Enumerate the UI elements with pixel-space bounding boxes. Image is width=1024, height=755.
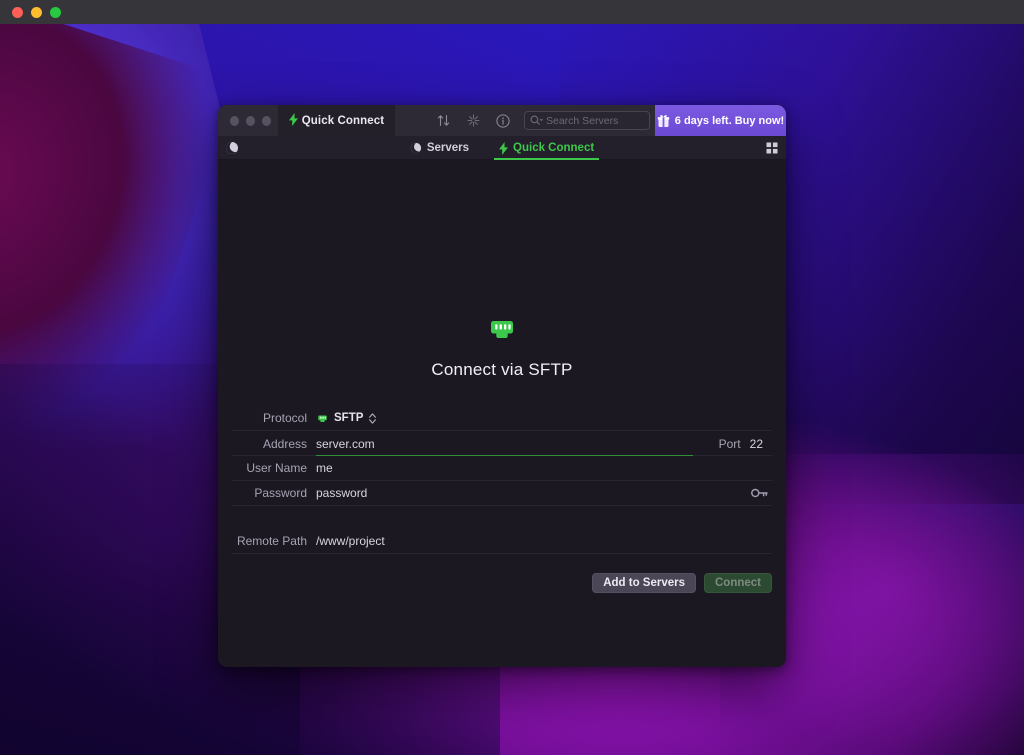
buy-now-badge[interactable]: 6 days left. Buy now! — [655, 105, 786, 136]
os-maximize-button[interactable] — [50, 6, 61, 18]
tab-servers[interactable]: Servers — [408, 136, 471, 160]
form-row-remote-path: Remote Path /www/project — [232, 529, 772, 554]
app-title-chip: Quick Connect — [278, 105, 395, 136]
search-placeholder: Search Servers — [546, 114, 619, 127]
address-input[interactable]: server.com — [316, 437, 719, 451]
port-label: Port — [718, 436, 741, 451]
tab-list: Servers Quick Connect — [218, 136, 786, 160]
port-group: Port 22 — [719, 437, 772, 451]
os-desktop: Quick Connect Search Servers 6 days left… — [0, 0, 1024, 755]
connect-button[interactable]: Connect — [704, 573, 772, 593]
port-input[interactable]: 22 — [750, 437, 763, 451]
gift-icon — [657, 114, 670, 128]
globe-icon — [410, 142, 422, 154]
form-row-password: Password password — [232, 481, 772, 506]
password-label: Password — [254, 486, 307, 500]
lightning-bolt-icon — [288, 113, 298, 128]
os-close-button[interactable] — [12, 6, 23, 18]
username-label: User Name — [246, 461, 307, 475]
app-close-button[interactable] — [230, 115, 239, 126]
search-input[interactable]: Search Servers — [524, 111, 650, 130]
remote-path-label: Remote Path — [236, 534, 307, 548]
connection-form: Protocol SFTP Address server.com Port 22… — [232, 406, 772, 554]
app-title: Quick Connect — [301, 114, 385, 127]
buy-badge-label: 6 days left. Buy now! — [674, 114, 785, 127]
form-row-address: Address server.com Port 22 — [232, 431, 772, 456]
app-window: Quick Connect Search Servers 6 days left… — [218, 105, 786, 667]
remote-path-input[interactable]: /www/project — [316, 534, 772, 548]
form-row-username: User Name me — [232, 456, 772, 481]
ethernet-plug-icon — [316, 412, 329, 425]
grid-layout-icon[interactable] — [765, 141, 779, 155]
tab-quick-connect-label: Quick Connect — [513, 142, 595, 154]
hero-block: Connect via SFTP — [218, 312, 786, 380]
toolbar-right-group: Search Servers 6 days left. Buy now! — [395, 105, 786, 136]
username-input[interactable]: me — [316, 461, 772, 475]
password-input[interactable]: password — [316, 486, 751, 500]
lightning-bolt-icon — [499, 141, 509, 155]
app-traffic-lights — [218, 105, 278, 136]
tab-servers-label: Servers — [426, 142, 470, 154]
stepper-chevron-icon — [368, 412, 377, 425]
sparkle-icon[interactable] — [458, 105, 488, 136]
quick-connect-panel: Connect via SFTP Protocol SFTP Address s… — [218, 160, 786, 667]
sort-icon[interactable] — [428, 105, 458, 136]
page-title: Connect via SFTP — [431, 360, 573, 379]
search-icon — [530, 115, 543, 126]
add-to-servers-button[interactable]: Add to Servers — [592, 573, 696, 593]
tab-quick-connect[interactable]: Quick Connect — [494, 136, 600, 160]
os-titlebar — [0, 0, 1024, 24]
info-icon[interactable] — [488, 105, 518, 136]
address-label: Address — [262, 436, 307, 451]
tab-bar: Servers Quick Connect — [218, 136, 786, 160]
protocol-value: SFTP — [334, 412, 364, 424]
ethernet-plug-icon — [485, 312, 519, 346]
app-toolbar: Quick Connect Search Servers 6 days left… — [218, 105, 786, 136]
form-spacer — [232, 506, 772, 529]
protocol-label: Protocol — [262, 411, 307, 425]
form-actions: Add to Servers Connect — [592, 573, 772, 593]
key-icon[interactable] — [751, 487, 768, 499]
app-minimize-button[interactable] — [246, 115, 255, 126]
form-row-protocol: Protocol SFTP — [232, 406, 772, 431]
os-minimize-button[interactable] — [31, 6, 42, 18]
app-maximize-button[interactable] — [262, 115, 271, 126]
protocol-select[interactable]: SFTP — [316, 412, 377, 425]
